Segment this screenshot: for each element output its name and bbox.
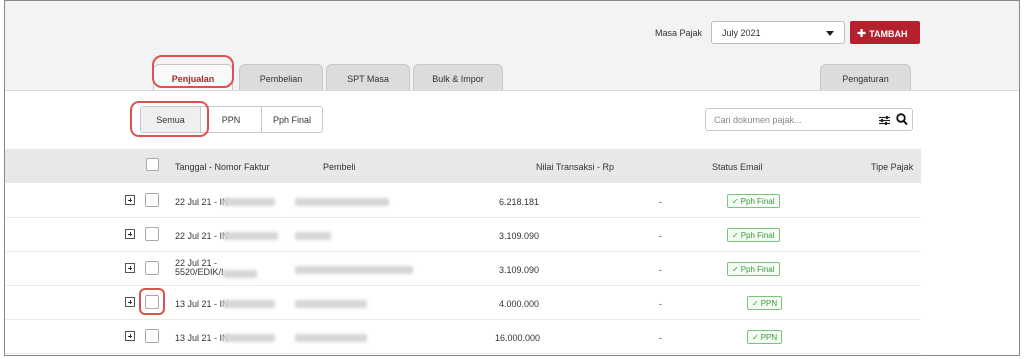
column-header-tipe-pajak: Tipe Pajak bbox=[871, 162, 914, 172]
badge-label: Pph Final bbox=[740, 197, 775, 206]
filter-pph-final-button[interactable]: Pph Final bbox=[262, 107, 322, 132]
period-value: July 2021 bbox=[722, 28, 761, 38]
cell-tanggal: 22 Jul 21 - IN bbox=[175, 231, 229, 241]
table-row[interactable]: 22 Jul 21 - 5520/EDIK/I 3.109.090 - ✓ Pph… bbox=[5, 252, 921, 286]
row-checkbox[interactable] bbox=[145, 193, 159, 207]
redacted-pembeli bbox=[295, 300, 367, 308]
redacted-pembeli bbox=[295, 266, 413, 274]
redacted-nomor bbox=[223, 334, 275, 342]
tab-label: Bulk & Impor bbox=[432, 74, 484, 84]
redacted-nomor bbox=[223, 232, 278, 240]
cell-tanggal: 22 Jul 21 - IN bbox=[175, 197, 229, 207]
filter-highlight bbox=[130, 101, 209, 137]
search-input[interactable] bbox=[714, 113, 864, 127]
row-checkbox[interactable] bbox=[145, 261, 159, 275]
add-button[interactable]: ✚ TAMBAH bbox=[850, 21, 920, 44]
app-window: Masa Pajak July 2021 ✚ TAMBAH Penjualan P… bbox=[4, 0, 1020, 356]
tax-type-badge: ✓ Pph Final bbox=[727, 194, 780, 208]
filter-label: PPN bbox=[221, 115, 241, 125]
tab-highlight bbox=[152, 55, 234, 88]
tab-label: SPT Masa bbox=[347, 74, 389, 84]
check-icon: ✓ bbox=[732, 231, 739, 240]
cell-status-email: - bbox=[659, 231, 662, 241]
check-icon: ✓ bbox=[752, 333, 759, 342]
search-box bbox=[705, 108, 913, 131]
cell-status-email: - bbox=[659, 197, 662, 207]
check-icon: ✓ bbox=[732, 197, 739, 206]
add-button-label: TAMBAH bbox=[869, 29, 908, 39]
badge-label: Pph Final bbox=[740, 231, 775, 240]
redacted-nomor bbox=[223, 300, 275, 308]
table-header: Tanggal - Nomor Faktur Pembeli Nilai Tra… bbox=[5, 149, 921, 183]
redacted-pembeli bbox=[295, 334, 367, 342]
sliders-icon[interactable] bbox=[879, 116, 890, 125]
column-header-nilai: Nilai Transaksi - Rp bbox=[536, 162, 615, 172]
badge-label: Pph Final bbox=[740, 265, 775, 274]
expand-icon[interactable] bbox=[125, 229, 135, 239]
masa-pajak-label: Masa Pajak bbox=[655, 28, 703, 38]
redacted-nomor bbox=[223, 270, 257, 278]
cell-nilai: 16.000.000 bbox=[495, 333, 541, 343]
tax-type-badge: ✓ PPN bbox=[747, 330, 783, 344]
cell-status-email: - bbox=[659, 265, 662, 275]
tab-label: Pembelian bbox=[259, 74, 303, 84]
filter-ppn-button[interactable]: PPN bbox=[201, 107, 262, 132]
expand-icon[interactable] bbox=[125, 195, 135, 205]
redacted-nomor bbox=[223, 198, 275, 206]
expand-icon[interactable] bbox=[125, 263, 135, 273]
expand-icon[interactable] bbox=[125, 297, 135, 307]
tax-type-badge: ✓ PPN bbox=[747, 296, 783, 310]
tab-label: Pengaturan bbox=[842, 74, 889, 84]
tax-type-badge: ✓ Pph Final bbox=[727, 228, 780, 242]
table-row[interactable]: 13 Jul 21 - IN 16.000.000 - ✓ PPN bbox=[5, 320, 921, 354]
table-row[interactable]: 22 Jul 21 - IN 6.218.181 - ✓ Pph Final bbox=[5, 184, 921, 218]
tax-type-badge: ✓ Pph Final bbox=[727, 262, 780, 276]
tab-pembelian[interactable]: Pembelian bbox=[239, 64, 323, 91]
cell-nilai: 4.000.000 bbox=[499, 299, 540, 309]
cell-tanggal: 13 Jul 21 - IN bbox=[175, 299, 229, 309]
cell-tanggal: 13 Jul 21 - IN bbox=[175, 333, 229, 343]
badge-label: PPN bbox=[760, 299, 778, 308]
cell-status-email: - bbox=[659, 299, 662, 309]
tab-bulk-impor[interactable]: Bulk & Impor bbox=[413, 64, 503, 91]
select-all-checkbox[interactable] bbox=[146, 158, 159, 171]
period-select[interactable]: July 2021 bbox=[711, 21, 845, 44]
expand-icon[interactable] bbox=[125, 331, 135, 341]
column-header-pembeli: Pembeli bbox=[323, 162, 356, 172]
plus-icon: ✚ bbox=[857, 28, 867, 40]
column-header-status-email: Status Email bbox=[712, 162, 763, 172]
check-icon: ✓ bbox=[752, 299, 759, 308]
cell-nilai: 3.109.090 bbox=[499, 231, 540, 241]
redacted-pembeli bbox=[295, 232, 331, 240]
cell-tanggal: 22 Jul 21 - 5520/EDIK/I bbox=[175, 258, 224, 277]
chevron-down-icon bbox=[826, 31, 834, 36]
cell-status-email: - bbox=[659, 333, 662, 343]
tab-spt-masa[interactable]: SPT Masa bbox=[326, 64, 410, 91]
search-icon[interactable] bbox=[896, 113, 908, 126]
row-checkbox[interactable] bbox=[145, 227, 159, 241]
checkbox-highlight bbox=[139, 288, 165, 315]
badge-label: PPN bbox=[760, 333, 778, 342]
check-icon: ✓ bbox=[732, 265, 739, 274]
filter-label: Pph Final bbox=[272, 115, 312, 125]
table-row[interactable]: 22 Jul 21 - IN 3.109.090 - ✓ Pph Final bbox=[5, 218, 921, 252]
column-header-tanggal: Tanggal - Nomor Faktur bbox=[175, 162, 270, 172]
tab-pengaturan[interactable]: Pengaturan bbox=[820, 64, 911, 91]
row-checkbox[interactable] bbox=[145, 329, 159, 343]
cell-nilai: 6.218.181 bbox=[499, 197, 540, 207]
redacted-pembeli bbox=[295, 198, 389, 206]
cell-nilai: 3.109.090 bbox=[499, 265, 540, 275]
